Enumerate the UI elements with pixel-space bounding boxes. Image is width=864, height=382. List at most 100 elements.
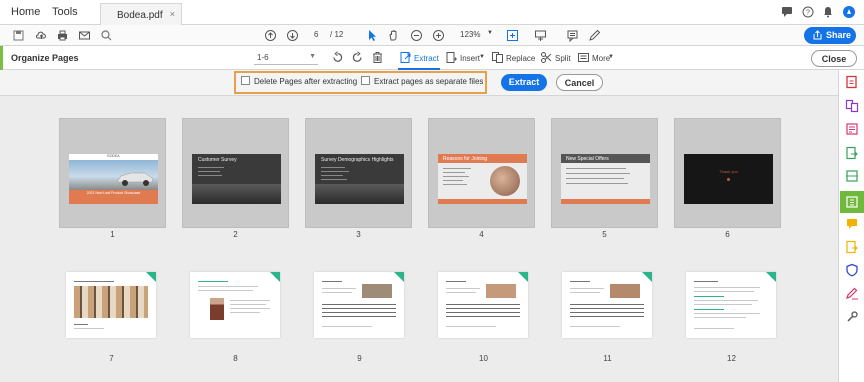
table-preview [446,304,520,320]
slide-preview: New Special Offers [561,154,650,204]
photo-placeholder [362,284,392,298]
scan-ocr-icon[interactable] [845,169,859,183]
more-chevron-down-icon[interactable]: ▼ [608,54,614,60]
tool-extract[interactable]: Extract [414,54,439,63]
share-button[interactable]: Share [804,27,856,44]
bell-icon[interactable] [822,6,834,18]
building-photo [74,286,148,318]
separate-files-label[interactable]: Extract pages as separate files [374,77,483,86]
table-preview [322,304,396,320]
svg-text:?: ? [806,10,810,17]
hand-tool-icon[interactable] [387,29,400,42]
right-tools-panel [838,70,864,382]
save-icon[interactable] [12,29,25,42]
menu-bar: Home Tools Bodea.pdf × ? [0,0,864,25]
document-tab-title: Bodea.pdf [117,10,163,21]
close-organize-button[interactable]: Close [811,50,857,67]
rotate-left-icon[interactable] [331,51,344,64]
pen-sign-icon[interactable] [588,29,601,42]
page-thumbnail-2[interactable]: Customer Survey [182,118,289,228]
slide-3-title: Survey Demographics Highlights [321,157,394,163]
page-thumbnail-10[interactable] [438,272,528,338]
page-thumbnails-area: 2021 New Leaf Product Showcase BODEA 1 C… [0,96,838,382]
page-thumbnail-7[interactable] [66,272,156,338]
email-icon[interactable] [78,29,91,42]
organize-accent-bar [0,46,3,70]
person-photo [210,298,224,320]
organize-pages-icon [846,196,858,208]
tool-insert[interactable]: Insert [460,54,480,63]
photo-placeholder [610,284,640,298]
slide-1-title: BODEA [107,154,120,158]
share-label: Share [826,30,852,40]
page-total: / 12 [330,30,344,39]
user-avatar-icon[interactable] [843,6,855,18]
insert-page-icon[interactable] [445,51,458,64]
document-tab[interactable]: Bodea.pdf × [100,3,182,25]
create-pdf-icon[interactable] [845,75,859,89]
current-page-input[interactable]: 6 [314,30,318,39]
chat-icon[interactable] [781,6,793,18]
separate-files-checkbox[interactable] [361,76,370,85]
delete-pages-checkbox[interactable] [241,76,250,85]
extract-icon[interactable] [399,51,412,64]
menu-home[interactable]: Home [11,6,40,18]
previous-page-icon[interactable] [264,29,277,42]
chevron-down-icon: ▼ [309,53,316,60]
page-number-9: 9 [357,354,362,363]
menu-tools[interactable]: Tools [52,6,78,18]
read-mode-icon[interactable] [534,29,547,42]
edit-pdf-icon[interactable] [845,122,859,136]
next-page-icon[interactable] [286,29,299,42]
more-tools-icon[interactable] [845,310,859,324]
zoom-chevron-down-icon[interactable]: ▼ [487,30,493,36]
comment-tool-icon[interactable] [845,217,859,231]
page-number-4: 4 [479,230,484,239]
zoom-in-icon[interactable] [432,29,445,42]
tool-replace[interactable]: Replace [506,54,535,63]
help-icon[interactable]: ? [802,6,814,18]
slide-preview: Thank you [684,154,773,204]
tool-split[interactable]: Split [555,54,571,63]
delete-pages-label[interactable]: Delete Pages after extracting [254,77,357,86]
protect-shield-icon[interactable] [845,263,859,277]
page-number-10: 10 [479,354,488,363]
rotate-right-icon[interactable] [351,51,364,64]
page-number-3: 3 [356,230,361,239]
extract-button[interactable]: Extract [501,74,547,91]
split-scissors-icon[interactable] [540,51,553,64]
page-thumbnail-4[interactable]: Reasons for Joining [428,118,535,228]
combine-files-icon[interactable] [845,99,859,113]
send-for-review-icon[interactable] [845,240,859,254]
page-thumbnail-5[interactable]: New Special Offers [551,118,658,228]
insert-chevron-down-icon[interactable]: ▼ [479,54,485,60]
page-thumbnail-12[interactable] [686,272,776,338]
zoom-level-dropdown[interactable]: 123% [460,30,480,39]
page-number-1: 1 [110,230,115,239]
comment-icon[interactable] [566,29,579,42]
replace-page-icon[interactable] [491,51,504,64]
cancel-button[interactable]: Cancel [556,74,603,91]
page-thumbnail-1[interactable]: 2021 New Leaf Product Showcase BODEA [59,118,166,228]
print-icon[interactable] [56,29,69,42]
close-tab-icon[interactable]: × [170,9,175,19]
page-thumbnail-9[interactable] [314,272,404,338]
select-cursor-icon[interactable] [366,29,379,42]
car-illustration [116,172,154,186]
slide-preview: Reasons for Joining [438,154,527,204]
page-thumbnail-8[interactable] [190,272,280,338]
more-options-icon[interactable] [577,51,590,64]
page-thumbnail-3[interactable]: Survey Demographics Highlights [305,118,412,228]
search-icon[interactable] [100,29,113,42]
page-thumbnail-6[interactable]: Thank you [674,118,781,228]
upload-cloud-icon[interactable] [35,29,48,42]
slide-5-title: New Special Offers [566,156,609,162]
export-pdf-icon[interactable] [845,146,859,160]
delete-trash-icon[interactable] [371,51,384,64]
fill-sign-icon[interactable] [845,287,859,301]
page-thumbnail-11[interactable] [562,272,652,338]
page-range-dropdown[interactable]: 1-6 ▼ [254,51,318,65]
fit-page-icon[interactable] [506,29,519,42]
slide-preview: Customer Survey [192,154,281,204]
zoom-out-icon[interactable] [410,29,423,42]
